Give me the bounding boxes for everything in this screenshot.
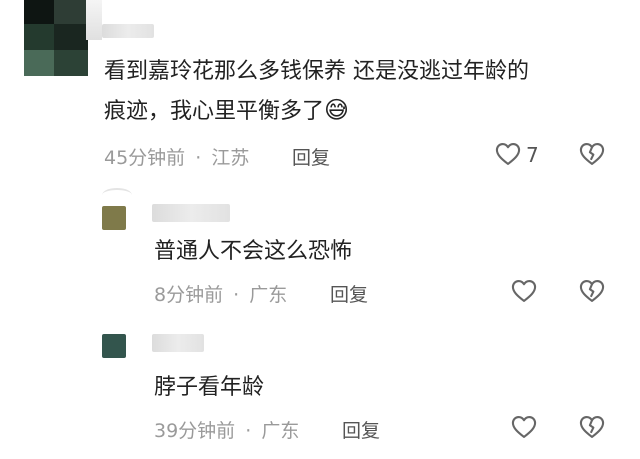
broken-heart-icon [579, 280, 605, 302]
avatar-decoration [86, 0, 102, 40]
reply-button[interactable]: 回复 [292, 143, 330, 170]
heart-outline-icon [511, 280, 537, 302]
reply-button[interactable]: 回复 [342, 416, 380, 443]
username[interactable] [152, 334, 204, 352]
location: 广东 [249, 284, 288, 306]
reply-meta: 8分钟前 · 广东 [154, 280, 287, 307]
comment-text-line2: 痕迹，我心里平衡多了😅 [104, 94, 349, 128]
separator: · [233, 284, 240, 306]
separator: · [245, 420, 252, 442]
location: 江苏 [211, 147, 250, 169]
reply-text: 普通人不会这么恐怖 [154, 239, 353, 264]
grinning-sweat-emoji: 😅 [324, 96, 350, 124]
heart-outline-icon [511, 416, 537, 438]
avatar[interactable] [102, 206, 126, 230]
like-button[interactable] [510, 277, 538, 305]
separator: · [195, 147, 202, 169]
reply-text: 脖子看年龄 [154, 375, 265, 400]
comment-meta: 45分钟前 · 江苏 [104, 143, 249, 170]
heart-outline-icon [495, 143, 521, 165]
timestamp: 45分钟前 [104, 147, 186, 169]
broken-heart-icon [579, 416, 605, 438]
timestamp: 8分钟前 [154, 284, 224, 306]
dislike-button[interactable] [578, 277, 606, 305]
timestamp: 39分钟前 [154, 420, 236, 442]
comment-text: 看到嘉玲花那么多钱保养 还是没逃过年龄的 [104, 59, 529, 84]
broken-heart-icon [579, 143, 605, 165]
avatar[interactable] [24, 0, 88, 76]
like-count: 7 [526, 143, 539, 167]
reply-avatar-ring [102, 188, 132, 202]
dislike-button[interactable] [578, 413, 606, 441]
comment-text-part: 痕迹，我心里平衡多了 [104, 99, 325, 124]
location: 广东 [261, 420, 300, 442]
reply-meta: 39分钟前 · 广东 [154, 416, 299, 443]
avatar[interactable] [102, 334, 126, 358]
reply-button[interactable]: 回复 [330, 280, 368, 307]
username[interactable] [102, 24, 154, 38]
like-button[interactable] [494, 140, 522, 168]
dislike-button[interactable] [578, 140, 606, 168]
like-button[interactable] [510, 413, 538, 441]
username[interactable] [152, 204, 230, 222]
